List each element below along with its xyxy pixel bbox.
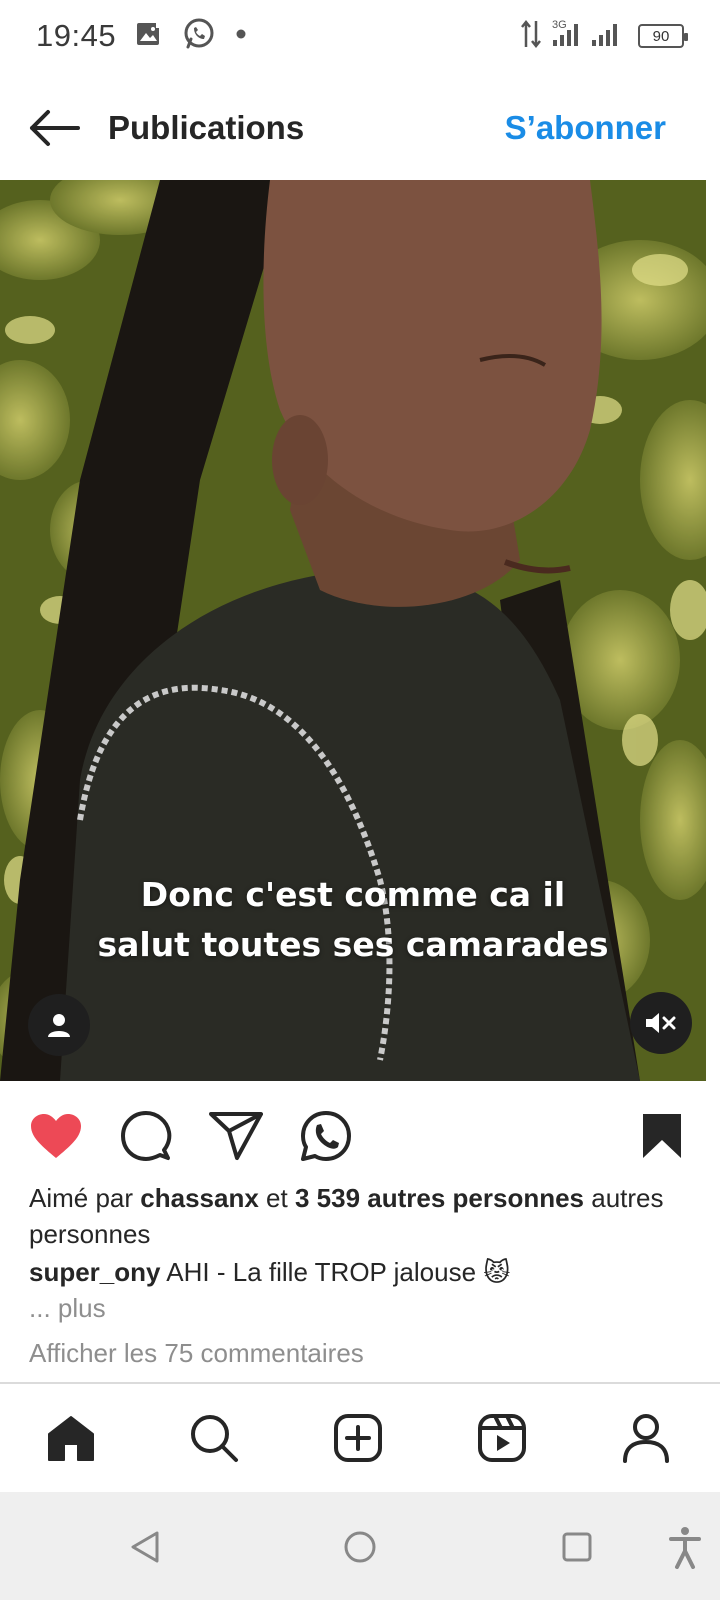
nav-profile[interactable] bbox=[616, 1408, 676, 1468]
search-icon bbox=[191, 1415, 238, 1462]
bottom-navigation bbox=[0, 1384, 720, 1492]
header: Publications S’abonner bbox=[0, 80, 720, 176]
caption-username[interactable]: super_ony bbox=[29, 1257, 161, 1287]
data-arrows-icon bbox=[520, 19, 542, 54]
reels-icon bbox=[478, 1414, 526, 1462]
network-type-label: 3G bbox=[552, 19, 567, 31]
battery-level: 90 bbox=[652, 27, 670, 45]
like-button[interactable] bbox=[24, 1104, 88, 1168]
whatsapp-icon bbox=[301, 1111, 351, 1161]
likes-count[interactable]: 3 539 autres personnes bbox=[295, 1183, 584, 1213]
nav-home[interactable] bbox=[41, 1408, 101, 1468]
caption-line-1: Donc c'est comme ca il bbox=[140, 875, 566, 914]
whatsapp-icon bbox=[182, 17, 216, 56]
system-back-button[interactable] bbox=[120, 1522, 170, 1572]
nav-search[interactable] bbox=[184, 1408, 244, 1468]
comment-icon bbox=[121, 1111, 172, 1161]
more-link[interactable]: ... plus bbox=[29, 1290, 106, 1326]
caption-text: AHI - La fille TROP jalouse 😾 bbox=[166, 1257, 511, 1287]
page-title: Publications bbox=[108, 109, 305, 146]
accessibility-icon bbox=[669, 1527, 701, 1569]
signal-icon: 3G bbox=[550, 18, 630, 55]
video-caption: Donc c'est comme ca il salut toutes ses … bbox=[0, 870, 706, 970]
likes-summary: Aimé par chassanx et 3 539 autres person… bbox=[29, 1180, 701, 1252]
volume-muted-icon bbox=[646, 1013, 676, 1033]
nav-create[interactable] bbox=[328, 1408, 388, 1468]
liked-by-user[interactable]: chassanx bbox=[140, 1183, 259, 1213]
system-home-button[interactable] bbox=[335, 1522, 385, 1572]
status-time: 19:45 bbox=[36, 18, 117, 53]
create-icon bbox=[334, 1414, 382, 1462]
home-icon bbox=[48, 1416, 94, 1461]
view-comments-link[interactable]: Afficher les 75 commentaires bbox=[29, 1335, 364, 1371]
post-actions bbox=[0, 1104, 720, 1168]
likes-connector: et bbox=[266, 1183, 288, 1213]
status-notification-icons bbox=[134, 17, 248, 56]
likes-prefix: Aimé par bbox=[29, 1183, 134, 1213]
system-accessibility-button[interactable] bbox=[660, 1522, 710, 1572]
save-button[interactable] bbox=[630, 1104, 694, 1168]
recents-icon bbox=[562, 1532, 592, 1562]
share-icon bbox=[209, 1112, 263, 1160]
post-caption: super_ony AHI - La fille TROP jalouse 😾 bbox=[29, 1254, 701, 1290]
share-button[interactable] bbox=[204, 1104, 268, 1168]
nav-reels[interactable] bbox=[472, 1408, 532, 1468]
mute-button[interactable] bbox=[630, 992, 692, 1054]
post-media[interactable]: Donc c'est comme ca il salut toutes ses … bbox=[0, 180, 706, 1081]
profile-icon bbox=[623, 1414, 669, 1463]
whatsapp-share-button[interactable] bbox=[294, 1104, 358, 1168]
follow-button[interactable]: S’abonner bbox=[505, 109, 666, 147]
home-circle-icon bbox=[344, 1531, 376, 1563]
status-system-icons: 3G 90 bbox=[520, 18, 688, 55]
arrow-left-icon bbox=[30, 110, 80, 146]
dot-icon bbox=[234, 27, 248, 46]
bookmark-icon bbox=[643, 1114, 681, 1158]
caption-line-2: salut toutes ses camarades bbox=[97, 925, 609, 964]
back-button[interactable] bbox=[24, 98, 84, 158]
gallery-icon bbox=[134, 19, 164, 54]
heart-icon bbox=[31, 1114, 81, 1158]
system-navigation bbox=[0, 1492, 720, 1600]
status-bar: 19:45 3G 90 bbox=[0, 0, 720, 72]
battery-icon: 90 bbox=[638, 24, 688, 48]
back-icon bbox=[131, 1531, 159, 1563]
user-icon bbox=[48, 1014, 70, 1037]
tagged-users-button[interactable] bbox=[28, 994, 90, 1056]
system-recents-button[interactable] bbox=[552, 1522, 602, 1572]
comment-button[interactable] bbox=[114, 1104, 178, 1168]
